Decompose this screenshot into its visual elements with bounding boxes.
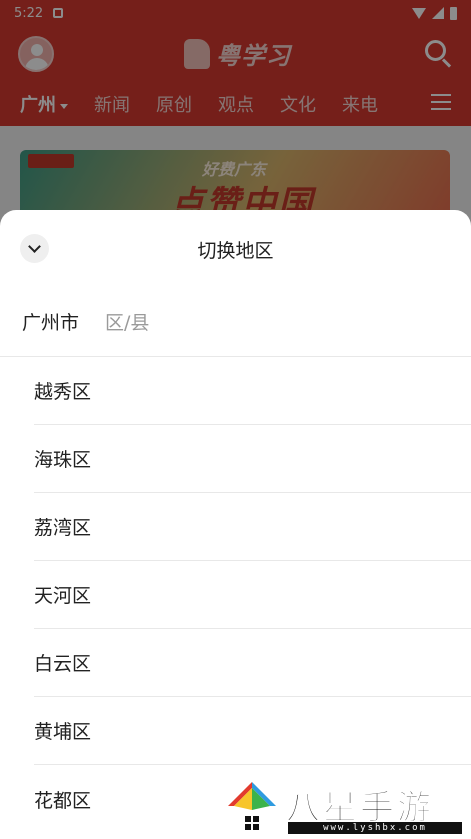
watermark-url: www.lyshbx.com	[288, 822, 462, 834]
region-selector: 广州市 区/县	[0, 286, 471, 357]
district-item[interactable]: 天河区	[34, 561, 471, 629]
watermark: 八星手游网 www.lyshbx.com	[224, 778, 464, 839]
district-item[interactable]: 黄埔区	[34, 697, 471, 765]
district-item[interactable]: 越秀区	[34, 357, 471, 425]
sheet-header: 切换地区	[0, 210, 471, 286]
sheet-title: 切换地区	[197, 240, 274, 262]
district-item[interactable]: 海珠区	[34, 425, 471, 493]
region-sheet: 切换地区 广州市 区/县 越秀区 海珠区 荔湾区 天河区 白云区 黄埔区 花都区	[0, 210, 471, 839]
district-list: 越秀区 海珠区 荔湾区 天河区 白云区 黄埔区 花都区	[0, 357, 471, 833]
district-placeholder[interactable]: 区/县	[105, 308, 149, 335]
watermark-logo-icon	[228, 782, 276, 830]
district-item[interactable]: 白云区	[34, 629, 471, 697]
selected-city[interactable]: 广州市	[22, 308, 79, 335]
district-item[interactable]: 荔湾区	[34, 493, 471, 561]
